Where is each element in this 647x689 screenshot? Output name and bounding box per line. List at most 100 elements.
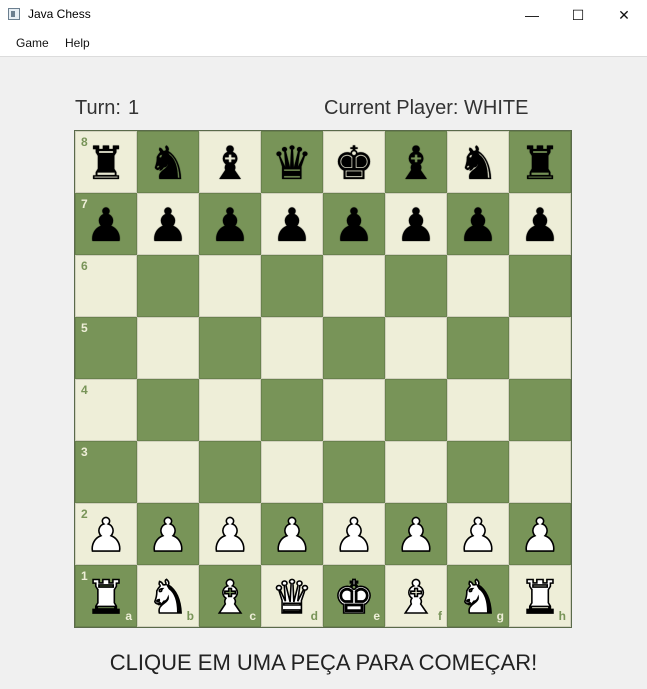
black-pawn-icon[interactable]: ♟ — [519, 202, 560, 248]
square-g4[interactable] — [447, 379, 509, 441]
square-g5[interactable] — [447, 317, 509, 379]
white-pawn-icon[interactable]: ♟ — [519, 511, 562, 559]
square-f6[interactable] — [385, 255, 447, 317]
square-a8[interactable]: 8 ♜ — [75, 131, 137, 193]
white-pawn-icon[interactable]: ♟ — [395, 511, 438, 559]
square-h5[interactable] — [509, 317, 571, 379]
square-g8[interactable]: ♞ — [447, 131, 509, 193]
black-bishop-icon[interactable]: ♝ — [209, 140, 250, 186]
square-f8[interactable]: ♝ — [385, 131, 447, 193]
white-knight-icon[interactable]: ♞ — [147, 573, 190, 621]
square-g7[interactable]: ♟ — [447, 193, 509, 255]
square-d2[interactable]: ♟ — [261, 503, 323, 565]
square-a4[interactable]: 4 — [75, 379, 137, 441]
white-bishop-icon[interactable]: ♝ — [395, 573, 438, 621]
menu-game[interactable]: Game — [16, 36, 49, 50]
white-king-icon[interactable]: ♚ — [333, 573, 376, 621]
black-knight-icon[interactable]: ♞ — [147, 140, 188, 186]
black-pawn-icon[interactable]: ♟ — [271, 202, 312, 248]
square-c3[interactable] — [199, 441, 261, 503]
white-pawn-icon[interactable]: ♟ — [147, 511, 190, 559]
black-queen-icon[interactable]: ♛ — [271, 140, 312, 186]
black-rook-icon[interactable]: ♜ — [85, 140, 126, 186]
square-e3[interactable] — [323, 441, 385, 503]
black-pawn-icon[interactable]: ♟ — [457, 202, 498, 248]
square-d8[interactable]: ♛ — [261, 131, 323, 193]
square-d3[interactable] — [261, 441, 323, 503]
white-rook-icon[interactable]: ♜ — [85, 573, 128, 621]
menu-help[interactable]: Help — [65, 36, 90, 50]
square-f7[interactable]: ♟ — [385, 193, 447, 255]
square-a3[interactable]: 3 — [75, 441, 137, 503]
square-f1[interactable]: f ♝ — [385, 565, 447, 627]
square-a6[interactable]: 6 — [75, 255, 137, 317]
black-pawn-icon[interactable]: ♟ — [395, 202, 436, 248]
maximize-button[interactable]: ☐ — [555, 0, 601, 30]
white-pawn-icon[interactable]: ♟ — [209, 511, 252, 559]
square-c8[interactable]: ♝ — [199, 131, 261, 193]
square-c1[interactable]: c ♝ — [199, 565, 261, 627]
white-pawn-icon[interactable]: ♟ — [457, 511, 500, 559]
square-c4[interactable] — [199, 379, 261, 441]
square-a7[interactable]: 7 ♟ — [75, 193, 137, 255]
white-queen-icon[interactable]: ♛ — [271, 573, 314, 621]
square-h6[interactable] — [509, 255, 571, 317]
square-b5[interactable] — [137, 317, 199, 379]
square-b8[interactable]: ♞ — [137, 131, 199, 193]
white-pawn-icon[interactable]: ♟ — [85, 511, 128, 559]
square-e7[interactable]: ♟ — [323, 193, 385, 255]
square-b3[interactable] — [137, 441, 199, 503]
square-a5[interactable]: 5 — [75, 317, 137, 379]
square-e6[interactable] — [323, 255, 385, 317]
black-pawn-icon[interactable]: ♟ — [85, 202, 126, 248]
square-f2[interactable]: ♟ — [385, 503, 447, 565]
square-c2[interactable]: ♟ — [199, 503, 261, 565]
close-button[interactable]: ✕ — [601, 0, 647, 30]
black-king-icon[interactable]: ♚ — [333, 140, 374, 186]
square-h8[interactable]: ♜ — [509, 131, 571, 193]
square-h4[interactable] — [509, 379, 571, 441]
square-g3[interactable] — [447, 441, 509, 503]
black-pawn-icon[interactable]: ♟ — [209, 202, 250, 248]
square-d6[interactable] — [261, 255, 323, 317]
white-pawn-icon[interactable]: ♟ — [271, 511, 314, 559]
black-pawn-icon[interactable]: ♟ — [147, 202, 188, 248]
white-pawn-icon[interactable]: ♟ — [333, 511, 376, 559]
white-rook-icon[interactable]: ♜ — [519, 573, 562, 621]
black-pawn-icon[interactable]: ♟ — [333, 202, 374, 248]
white-bishop-icon[interactable]: ♝ — [209, 573, 252, 621]
black-bishop-icon[interactable]: ♝ — [395, 140, 436, 186]
square-e5[interactable] — [323, 317, 385, 379]
square-a2[interactable]: 2 ♟ — [75, 503, 137, 565]
square-g1[interactable]: g ♞ — [447, 565, 509, 627]
black-knight-icon[interactable]: ♞ — [457, 140, 498, 186]
square-h1[interactable]: h ♜ — [509, 565, 571, 627]
square-d4[interactable] — [261, 379, 323, 441]
square-d5[interactable] — [261, 317, 323, 379]
square-c7[interactable]: ♟ — [199, 193, 261, 255]
black-rook-icon[interactable]: ♜ — [519, 140, 560, 186]
square-f3[interactable] — [385, 441, 447, 503]
square-e1[interactable]: e ♚ — [323, 565, 385, 627]
square-h3[interactable] — [509, 441, 571, 503]
square-b6[interactable] — [137, 255, 199, 317]
square-g6[interactable] — [447, 255, 509, 317]
square-d1[interactable]: d ♛ — [261, 565, 323, 627]
square-c5[interactable] — [199, 317, 261, 379]
square-a1[interactable]: 1 a ♜ — [75, 565, 137, 627]
white-knight-icon[interactable]: ♞ — [457, 573, 500, 621]
square-b7[interactable]: ♟ — [137, 193, 199, 255]
square-h7[interactable]: ♟ — [509, 193, 571, 255]
square-f4[interactable] — [385, 379, 447, 441]
square-d7[interactable]: ♟ — [261, 193, 323, 255]
square-f5[interactable] — [385, 317, 447, 379]
square-b1[interactable]: b ♞ — [137, 565, 199, 627]
square-b4[interactable] — [137, 379, 199, 441]
minimize-button[interactable]: — — [509, 0, 555, 30]
square-c6[interactable] — [199, 255, 261, 317]
square-e2[interactable]: ♟ — [323, 503, 385, 565]
square-b2[interactable]: ♟ — [137, 503, 199, 565]
square-h2[interactable]: ♟ — [509, 503, 571, 565]
square-e4[interactable] — [323, 379, 385, 441]
square-e8[interactable]: ♚ — [323, 131, 385, 193]
